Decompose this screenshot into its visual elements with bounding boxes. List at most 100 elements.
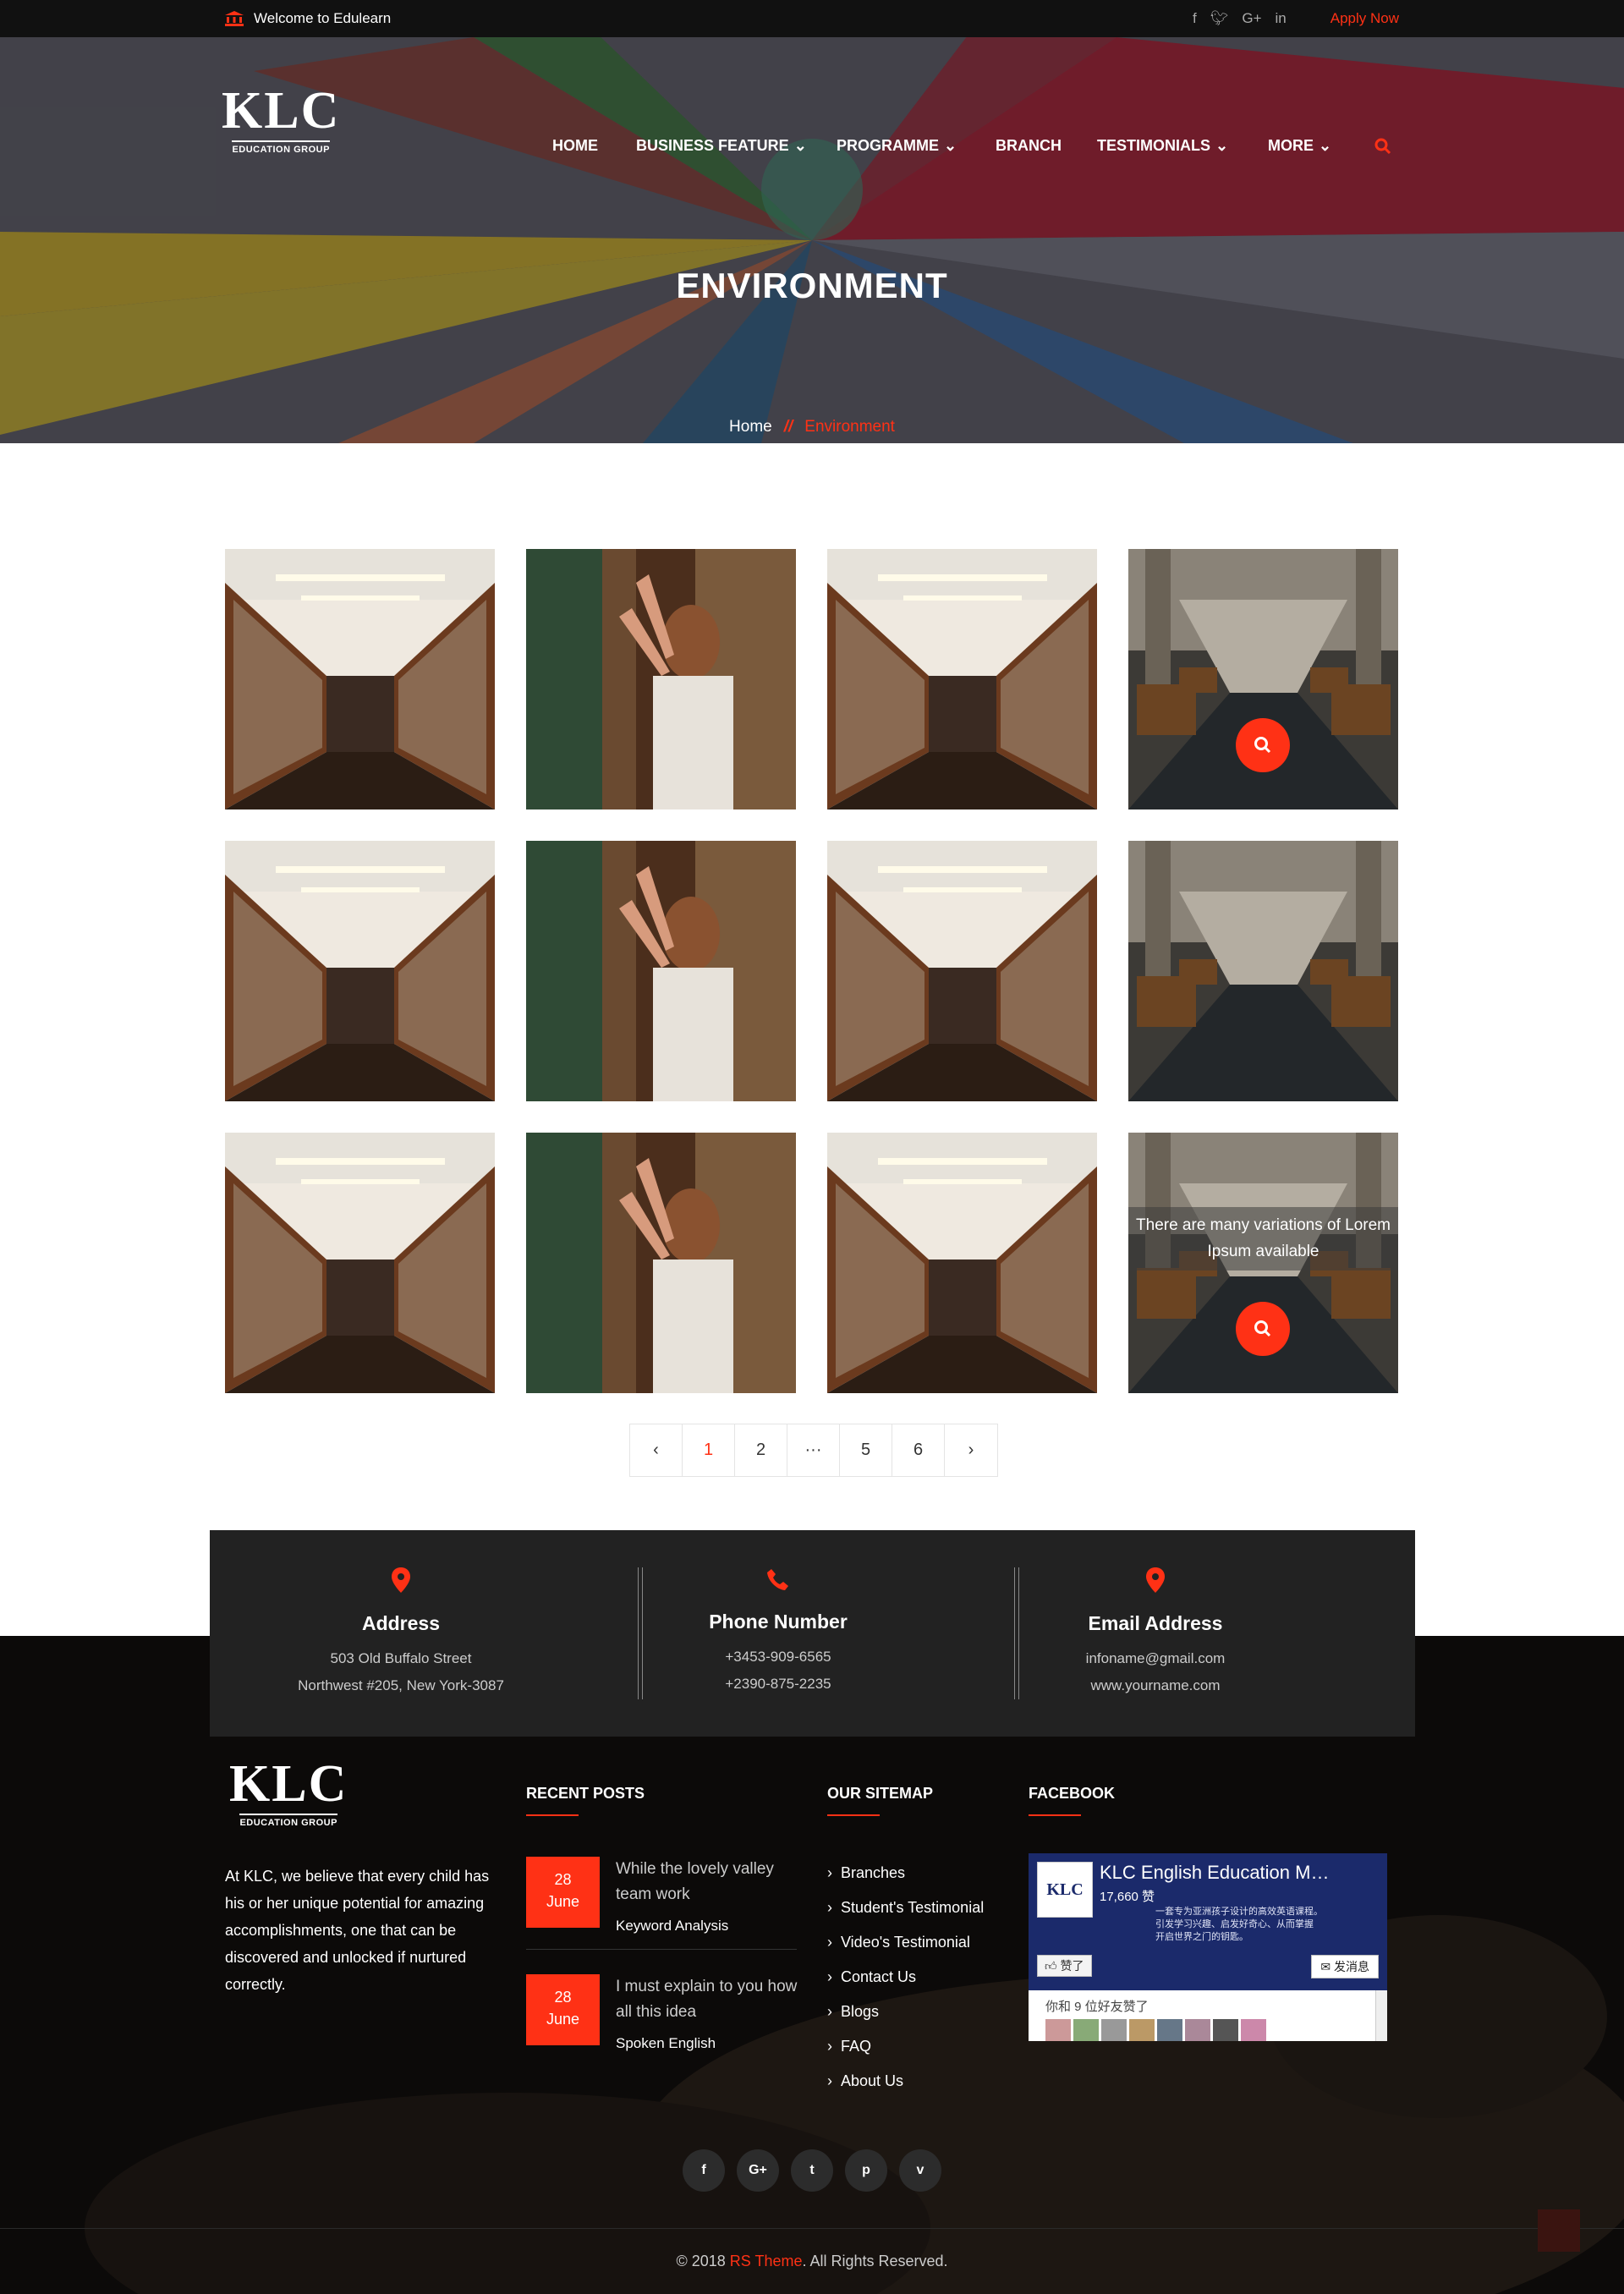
nav-home[interactable]: HOME [552, 137, 636, 155]
gallery-item[interactable] [225, 549, 495, 809]
gallery-item[interactable] [526, 1133, 796, 1393]
facebook-page-widget[interactable]: KLC KLC English Education M… 17,660 赞 一套… [1029, 1853, 1387, 2041]
gallery-image [827, 1133, 1097, 1393]
gallery-item[interactable] [526, 549, 796, 809]
gallery-image [526, 841, 796, 1101]
sitemap-item[interactable]: › Contact Us [827, 1960, 984, 1995]
gallery-item[interactable] [827, 549, 1097, 809]
post-title[interactable]: While the lovely valley team work [616, 1857, 802, 1907]
gallery-item[interactable] [827, 1133, 1097, 1393]
gallery-item[interactable] [225, 1133, 495, 1393]
footer-social-links: f G+ t p v [683, 2149, 941, 2192]
sitemap-item[interactable]: › Blogs [827, 1995, 984, 2029]
nav-programme[interactable]: PROGRAMME ⌄ [837, 137, 996, 155]
pagination-ellipsis: ··· [787, 1424, 840, 1476]
nav-branch[interactable]: BRANCH [996, 137, 1097, 155]
twitter-icon[interactable]: 🐦︎ [1210, 10, 1229, 27]
fb-desc-line: 一套专为亚洲孩子设计的高效英语课程。 [1155, 1907, 1323, 1917]
hero-banner: KLC EDUCATION GROUP HOME BUSINESS FEATUR… [0, 37, 1624, 443]
email-line-1[interactable]: infoname@gmail.com [969, 1645, 1341, 1672]
logo-subtitle: EDUCATION GROUP [239, 1814, 337, 1828]
website-line[interactable]: www.yourname.com [969, 1672, 1341, 1699]
sitemap-item[interactable]: › Student's Testimonial [827, 1891, 984, 1925]
google-plus-icon[interactable]: G+ [1242, 10, 1261, 27]
fb-friend-avatar [1073, 2019, 1099, 2041]
facebook-icon[interactable]: f [683, 2149, 725, 2192]
apply-now-link[interactable]: Apply Now [1330, 10, 1399, 27]
zoom-search-icon[interactable] [1236, 1302, 1290, 1356]
breadcrumb-separator: // [783, 418, 793, 436]
chevron-down-icon: ⌄ [1319, 137, 1332, 154]
recent-post[interactable]: 28 June While the lovely valley team work… [526, 1857, 797, 1950]
breadcrumb-home[interactable]: Home [729, 418, 772, 436]
gallery-item[interactable] [1128, 841, 1398, 1101]
header-logo[interactable]: KLC EDUCATION GROUP [222, 85, 340, 155]
scroll-to-top-button[interactable] [1538, 2209, 1580, 2252]
address-line-1: 503 Old Buffalo Street [330, 1650, 472, 1666]
vimeo-icon[interactable]: v [899, 2149, 941, 2192]
fb-scrollbar[interactable] [1375, 1990, 1387, 2041]
zoom-search-icon[interactable] [1236, 718, 1290, 772]
post-day: 28 [554, 1871, 572, 1888]
fb-likes-count: 17,660 赞 [1100, 1890, 1155, 1904]
nav-more[interactable]: MORE ⌄ [1268, 137, 1374, 155]
contact-title: Email Address [1088, 1612, 1223, 1634]
chevron-down-icon: ⌄ [1215, 137, 1229, 154]
sitemap-label: Student's Testimonial [841, 1899, 985, 1916]
nav-testimonials[interactable]: TESTIMONIALS ⌄ [1097, 137, 1268, 155]
gallery-item[interactable]: There are many variations of Lorem Ipsum… [1128, 1133, 1398, 1393]
gallery-image [225, 1133, 495, 1393]
pagination-page[interactable]: 5 [840, 1424, 892, 1476]
map-pin-icon [392, 1567, 410, 1593]
fb-friend-avatar [1157, 2019, 1182, 2041]
facebook-icon[interactable]: f [1193, 10, 1197, 27]
phone-icon [767, 1569, 788, 1590]
sitemap-label: Video's Testimonial [841, 1934, 970, 1951]
facebook-heading: FACEBOOK [1029, 1785, 1115, 1816]
search-icon[interactable] [1374, 138, 1391, 155]
contact-lines: +3453-909-6565 +2390-875-2235 [592, 1644, 964, 1698]
footer-logo[interactable]: KLC EDUCATION GROUP [229, 1758, 348, 1828]
recent-post[interactable]: 28 June I must explain to you how all thi… [526, 1974, 797, 2067]
post-date-badge: 28 June [526, 1974, 600, 2045]
gallery-item[interactable] [1128, 549, 1398, 809]
google-plus-icon[interactable]: G+ [737, 2149, 779, 2192]
sitemap-item[interactable]: › Branches [827, 1856, 984, 1891]
contact-email: Email Address infoname@gmail.com www.your… [969, 1567, 1341, 1699]
post-day: 28 [554, 1989, 572, 2006]
phone-line-1[interactable]: +3453-909-6565 [592, 1644, 964, 1671]
gallery-item[interactable] [827, 841, 1097, 1101]
thumbs-up-icon: 👍︎ [1045, 1959, 1061, 1973]
phone-line-2[interactable]: +2390-875-2235 [592, 1671, 964, 1698]
contact-phone: Phone Number +3453-909-6565 +2390-875-223… [592, 1567, 964, 1698]
fb-desc-line: 开启世界之门的钥匙。 [1155, 1932, 1248, 1942]
chevron-down-icon: ⌄ [944, 137, 957, 154]
fb-description: 一套专为亚洲孩子设计的高效英语课程。 引发学习兴趣、启发好奇心、从而掌握 开启世界之… [1155, 1906, 1323, 1944]
logo-text: KLC [229, 1755, 348, 1813]
pagination-prev[interactable]: ‹ [630, 1424, 683, 1476]
twitter-icon[interactable]: t [791, 2149, 833, 2192]
pagination-page[interactable]: 1 [683, 1424, 735, 1476]
fb-page-name[interactable]: KLC English Education M… [1100, 1862, 1329, 1884]
copyright-brand-link[interactable]: RS Theme [730, 2253, 803, 2269]
sitemap-item[interactable]: › FAQ [827, 2029, 984, 2064]
nav-business-feature[interactable]: BUSINESS FEATURE ⌄ [636, 137, 837, 155]
pagination-page[interactable]: 6 [892, 1424, 945, 1476]
gallery-image [225, 841, 495, 1101]
linkedin-icon[interactable]: in [1276, 10, 1287, 27]
pagination-page[interactable]: 2 [735, 1424, 787, 1476]
pagination: ‹ 1 2 ··· 5 6 › [629, 1424, 998, 1477]
fb-like-button[interactable]: 👍︎ 赞了 [1037, 1955, 1092, 1977]
gallery-item[interactable] [225, 841, 495, 1101]
pinterest-icon[interactable]: p [845, 2149, 887, 2192]
fb-message-button[interactable]: ✉ 发消息 [1311, 1955, 1379, 1978]
post-title[interactable]: I must explain to you how all this idea [616, 1974, 802, 2025]
contact-address: Address 503 Old Buffalo Street Northwest … [215, 1567, 587, 1699]
post-category: Keyword Analysis [616, 1918, 729, 1934]
sitemap-item[interactable]: › About Us [827, 2064, 984, 2099]
breadcrumb: Home // Environment [0, 418, 1624, 436]
fb-friend-avatar [1241, 2019, 1266, 2041]
gallery-item[interactable] [526, 841, 796, 1101]
sitemap-item[interactable]: › Video's Testimonial [827, 1925, 984, 1960]
pagination-next[interactable]: › [945, 1424, 997, 1476]
